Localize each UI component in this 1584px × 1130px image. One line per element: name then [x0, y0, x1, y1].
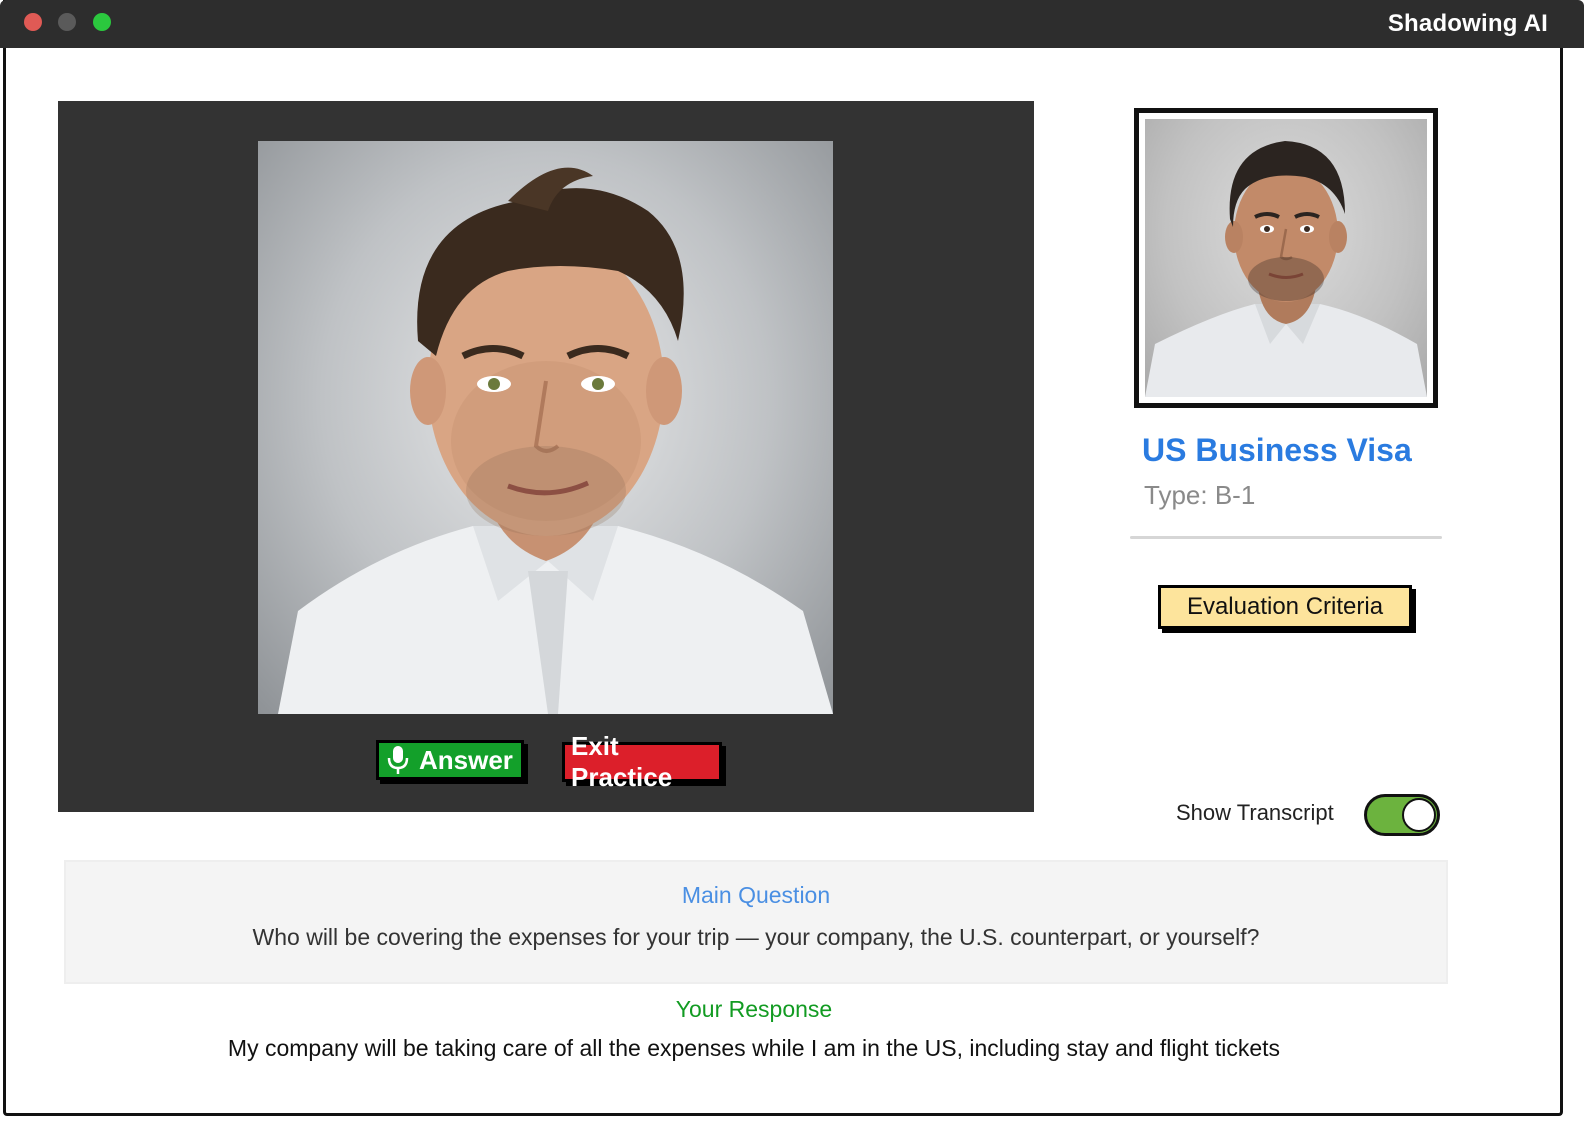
visa-title: US Business Visa — [1142, 432, 1412, 468]
exit-practice-label: Exit Practice — [571, 731, 673, 792]
evaluation-criteria-button[interactable]: Evaluation Criteria — [1158, 585, 1412, 629]
main-question-text: Who will be covering the expenses for yo… — [252, 924, 1260, 950]
answer-button[interactable]: Answer — [376, 740, 524, 780]
show-transcript-label: Show Transcript — [1176, 800, 1334, 825]
exit-practice-button[interactable]: Exit Practice — [562, 731, 722, 792]
user-avatar-frame — [1134, 108, 1438, 408]
title-bar: Shadowing AI — [0, 0, 1584, 48]
interviewer-portrait-image — [278, 167, 833, 714]
main-question-label: Main Question — [681, 882, 831, 908]
user-portrait-image — [1145, 141, 1427, 397]
your-response-label: Your Response — [675, 996, 833, 1022]
maximize-window-button[interactable] — [93, 13, 111, 31]
microphone-icon — [387, 745, 409, 775]
user-video — [1145, 119, 1427, 397]
close-window-button[interactable] — [24, 13, 42, 31]
show-transcript-toggle[interactable] — [1364, 794, 1440, 836]
your-response-text: My company will be taking care of all th… — [227, 1035, 1281, 1061]
sidebar-divider — [1130, 536, 1442, 539]
visa-type: Type: B-1 — [1144, 480, 1256, 510]
app-title: Shadowing AI — [1387, 10, 1548, 37]
minimize-window-button[interactable] — [58, 13, 76, 31]
question-panel: Main Question Who will be covering the e… — [64, 860, 1448, 984]
toggle-knob — [1402, 798, 1436, 832]
video-stage: Answer Exit Practice — [58, 101, 1034, 812]
interviewer-video — [258, 141, 833, 714]
answer-button-label: Answer — [419, 744, 513, 775]
